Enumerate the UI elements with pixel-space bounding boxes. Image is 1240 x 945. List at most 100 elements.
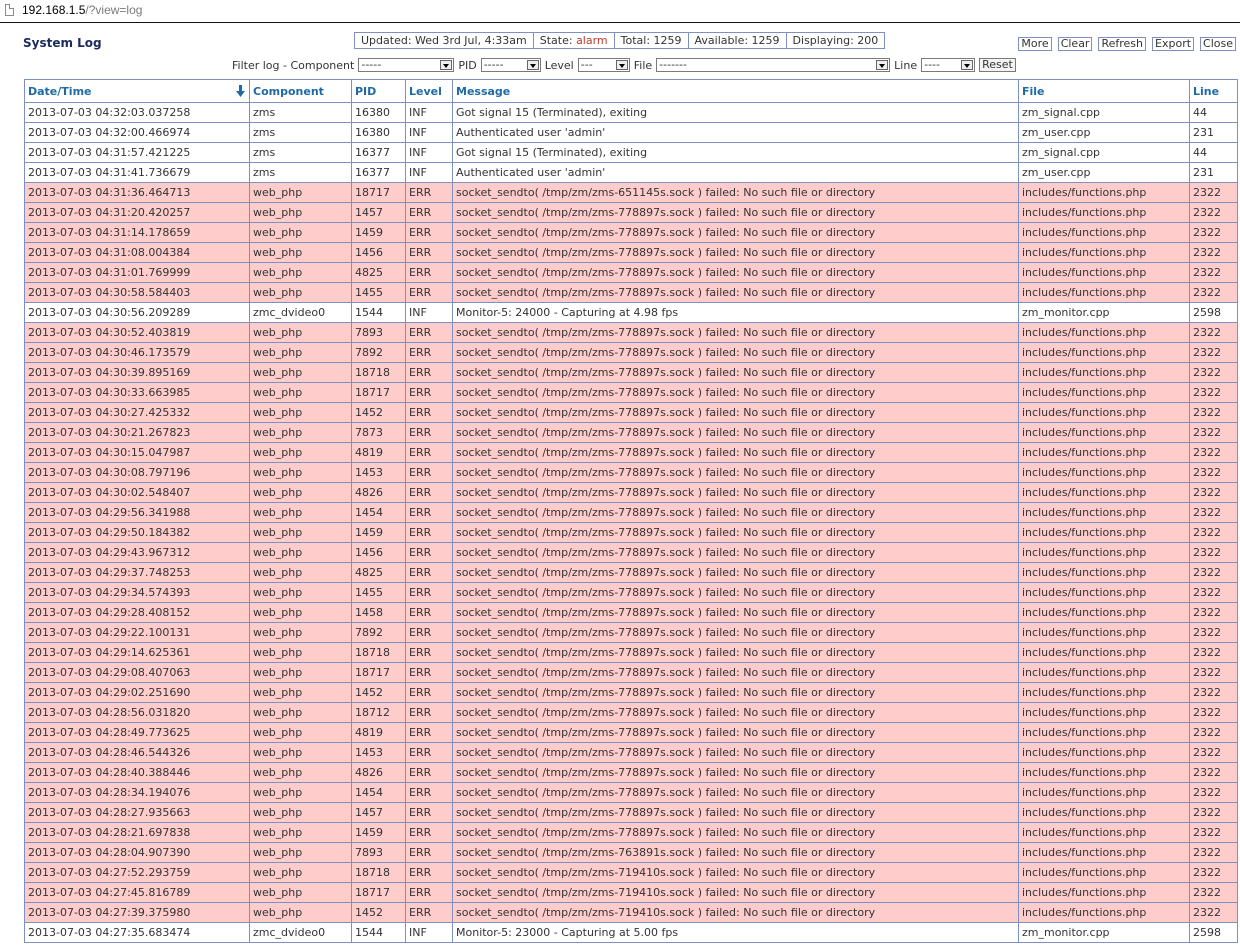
datetime-cell: 2013-07-03 04:29:14.625361	[24, 642, 250, 663]
message-cell: socket_sendto( /tmp/zm/zms-778897s.sock …	[452, 762, 1019, 783]
level-cell: INF	[405, 142, 453, 163]
datetime-cell: 2013-07-03 04:29:28.408152	[24, 602, 250, 623]
table-row: 2013-07-03 04:28:40.388446 web_php 4826 ERR…	[24, 762, 1238, 783]
component-cell: web_php	[249, 762, 352, 783]
level-label: Level	[544, 58, 574, 72]
level-select[interactable]: ---	[577, 58, 630, 72]
table-row: 2013-07-03 04:30:58.584403 web_php 1455 ERR…	[24, 282, 1238, 303]
level-cell: ERR	[405, 242, 453, 263]
message-cell: socket_sendto( /tmp/zm/zms-651145s.sock …	[452, 182, 1019, 203]
table-row: 2013-07-03 04:31:36.464713 web_php 18717 ER…	[24, 182, 1238, 203]
clear-button[interactable]: Clear	[1057, 37, 1093, 51]
datetime-cell: 2013-07-03 04:27:45.816789	[24, 882, 250, 903]
column-header-message[interactable]: Message	[452, 79, 1019, 103]
file-cell: includes/functions.php	[1018, 622, 1190, 643]
datetime-cell: 2013-07-03 04:31:57.421225	[24, 142, 250, 163]
file-cell: includes/functions.php	[1018, 462, 1190, 483]
component-cell: web_php	[249, 582, 352, 603]
more-button[interactable]: More	[1018, 37, 1052, 51]
line-select[interactable]: ----	[921, 58, 976, 72]
table-row: 2013-07-03 04:27:52.293759 web_php 18718 ER…	[24, 862, 1238, 883]
table-header-row: Date/Time Component PID Level Message Fi…	[24, 79, 1238, 103]
component-cell: web_php	[249, 422, 352, 443]
table-row: 2013-07-03 04:28:04.907390 web_php 7893 ERR…	[24, 842, 1238, 863]
file-cell: includes/functions.php	[1018, 722, 1190, 743]
column-header-datetime[interactable]: Date/Time	[24, 79, 250, 103]
component-cell: web_php	[249, 442, 352, 463]
line-cell: 2322	[1189, 902, 1238, 923]
pid-cell: 18718	[351, 642, 406, 663]
file-cell: includes/functions.php	[1018, 262, 1190, 283]
column-header-component[interactable]: Component	[249, 79, 352, 103]
datetime-cell: 2013-07-03 04:30:52.403819	[24, 322, 250, 343]
datetime-cell: 2013-07-03 04:28:40.388446	[24, 762, 250, 783]
file-select-value: -------	[659, 58, 687, 71]
message-cell: Authenticated user 'admin'	[452, 162, 1019, 183]
component-cell: web_php	[249, 782, 352, 803]
pid-select[interactable]: -----	[480, 58, 541, 72]
table-row: 2013-07-03 04:30:15.047987 web_php 4819 ERR…	[24, 442, 1238, 463]
datetime-cell: 2013-07-03 04:30:56.209289	[24, 302, 250, 323]
level-cell: ERR	[405, 682, 453, 703]
component-cell: web_php	[249, 282, 352, 303]
line-cell: 2322	[1189, 342, 1238, 363]
line-cell: 2322	[1189, 662, 1238, 683]
level-cell: INF	[405, 302, 453, 323]
url-text[interactable]: 192.168.1.5/?view=log	[22, 3, 142, 17]
export-button[interactable]: Export	[1152, 37, 1195, 51]
message-cell: socket_sendto( /tmp/zm/zms-778897s.sock …	[452, 662, 1019, 683]
file-cell: includes/functions.php	[1018, 362, 1190, 383]
datetime-cell: 2013-07-03 04:31:01.769999	[24, 262, 250, 283]
datetime-cell: 2013-07-03 04:30:02.548407	[24, 482, 250, 503]
file-cell: includes/functions.php	[1018, 422, 1190, 443]
line-cell: 231	[1189, 122, 1238, 143]
datetime-cell: 2013-07-03 04:30:27.425332	[24, 402, 250, 423]
pid-cell: 18717	[351, 182, 406, 203]
component-cell: web_php	[249, 242, 352, 263]
component-cell: web_php	[249, 342, 352, 363]
level-cell: ERR	[405, 482, 453, 503]
message-cell: socket_sendto( /tmp/zm/zms-778897s.sock …	[452, 502, 1019, 523]
table-row: 2013-07-03 04:29:14.625361 web_php 18718 ER…	[24, 642, 1238, 663]
file-cell: includes/functions.php	[1018, 382, 1190, 403]
level-cell: ERR	[405, 182, 453, 203]
datetime-cell: 2013-07-03 04:30:58.584403	[24, 282, 250, 303]
level-cell: ERR	[405, 442, 453, 463]
column-header-line[interactable]: Line	[1189, 79, 1238, 103]
component-cell: zmc_dvideo0	[249, 302, 352, 323]
level-cell: INF	[405, 162, 453, 183]
message-cell: Monitor-5: 24000 - Capturing at 4.98 fps	[452, 302, 1019, 323]
file-cell: zm_monitor.cpp	[1018, 922, 1190, 943]
component-cell: web_php	[249, 702, 352, 723]
column-header-level[interactable]: Level	[405, 79, 453, 103]
message-cell: socket_sendto( /tmp/zm/zms-778897s.sock …	[452, 322, 1019, 343]
file-cell: includes/functions.php	[1018, 442, 1190, 463]
pid-cell: 7892	[351, 622, 406, 643]
reset-button[interactable]: Reset	[979, 58, 1016, 72]
address-bar[interactable]: 192.168.1.5/?view=log	[0, 0, 1240, 23]
line-cell: 2322	[1189, 722, 1238, 743]
level-cell: ERR	[405, 502, 453, 523]
close-button[interactable]: Close	[1200, 37, 1236, 51]
message-cell: socket_sendto( /tmp/zm/zms-778897s.sock …	[452, 822, 1019, 843]
level-cell: ERR	[405, 802, 453, 823]
column-header-file[interactable]: File	[1018, 79, 1190, 103]
table-row: 2013-07-03 04:29:50.184382 web_php 1459 ERR…	[24, 522, 1238, 543]
line-cell: 2322	[1189, 842, 1238, 863]
pid-cell: 1458	[351, 602, 406, 623]
pid-cell: 18718	[351, 362, 406, 383]
table-row: 2013-07-03 04:27:45.816789 web_php 18717 ER…	[24, 882, 1238, 903]
line-cell: 2322	[1189, 802, 1238, 823]
file-select[interactable]: -------	[656, 58, 891, 72]
component-select[interactable]: -----	[358, 58, 455, 72]
table-row: 2013-07-03 04:32:03.037258 zms 16380 INF Got…	[24, 102, 1238, 123]
level-cell: ERR	[405, 422, 453, 443]
refresh-button[interactable]: Refresh	[1098, 37, 1147, 51]
available-status: Available: 1259	[687, 33, 786, 48]
datetime-cell: 2013-07-03 04:29:37.748253	[24, 562, 250, 583]
line-cell: 2322	[1189, 642, 1238, 663]
column-header-pid[interactable]: PID	[351, 79, 406, 103]
pid-cell: 1453	[351, 742, 406, 763]
pid-cell: 18718	[351, 862, 406, 883]
chevron-down-icon	[615, 60, 628, 70]
